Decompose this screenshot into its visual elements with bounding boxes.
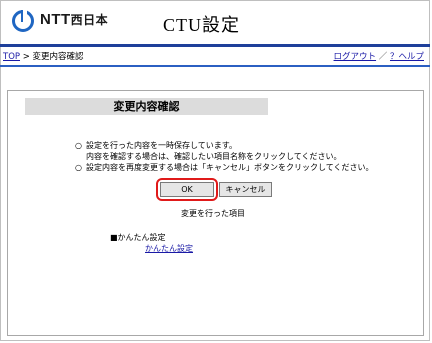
logo-sub: 西日本: [70, 13, 109, 27]
changed-items-label: 変更を行った項目: [181, 209, 245, 218]
logout-link[interactable]: ログアウト: [334, 52, 377, 62]
logo-main: NTT: [40, 11, 71, 28]
breadcrumb-top-link[interactable]: TOP: [3, 52, 20, 62]
breadcrumb: TOP > 変更内容確認: [3, 50, 84, 62]
note-bullet: ○: [75, 163, 82, 172]
ntt-logo-icon: [12, 10, 34, 32]
section-heading: ■かんたん設定: [110, 233, 166, 242]
note-1-line-2: 内容を確認する場合は、確認したい項目名称をクリックしてください。: [86, 152, 342, 161]
note-2: ○ 設定内容を再度変更する場合は「キャンセル」ボタンをクリックしてください。: [75, 162, 374, 173]
app-title: CTU設定: [163, 15, 240, 35]
link-separator: ／: [378, 52, 388, 62]
note-1: ○ 設定を行った内容を一時保存しています。: [75, 140, 374, 151]
header-divider: [0, 44, 430, 47]
logo-text: NTT西日本: [40, 11, 108, 28]
easy-setup-link[interactable]: かんたん設定: [145, 243, 193, 254]
cancel-button[interactable]: キャンセル: [219, 182, 272, 197]
breadcrumb-current: 変更内容確認: [32, 52, 84, 62]
page-title: 変更内容確認: [25, 98, 268, 115]
instructions: ○ 設定を行った内容を一時保存しています。 内容を確認する場合は、確認したい項目…: [75, 140, 374, 173]
header: NTT西日本 CTU設定: [0, 0, 430, 44]
note-bullet: ○: [75, 141, 82, 150]
nav-divider: [0, 65, 430, 67]
utility-links: ログアウト ／ ？ヘルプ: [334, 50, 424, 62]
help-link[interactable]: ？ヘルプ: [390, 52, 424, 62]
ok-button[interactable]: OK: [160, 182, 214, 197]
note-2-line-1: 設定内容を再度変更する場合は「キャンセル」ボタンをクリックしてください。: [86, 163, 374, 172]
breadcrumb-separator: >: [20, 52, 33, 62]
nav-bar: TOP > 変更内容確認 ログアウト ／ ？ヘルプ: [0, 48, 430, 65]
note-1-line-1: 設定を行った内容を一時保存しています。: [86, 141, 237, 150]
